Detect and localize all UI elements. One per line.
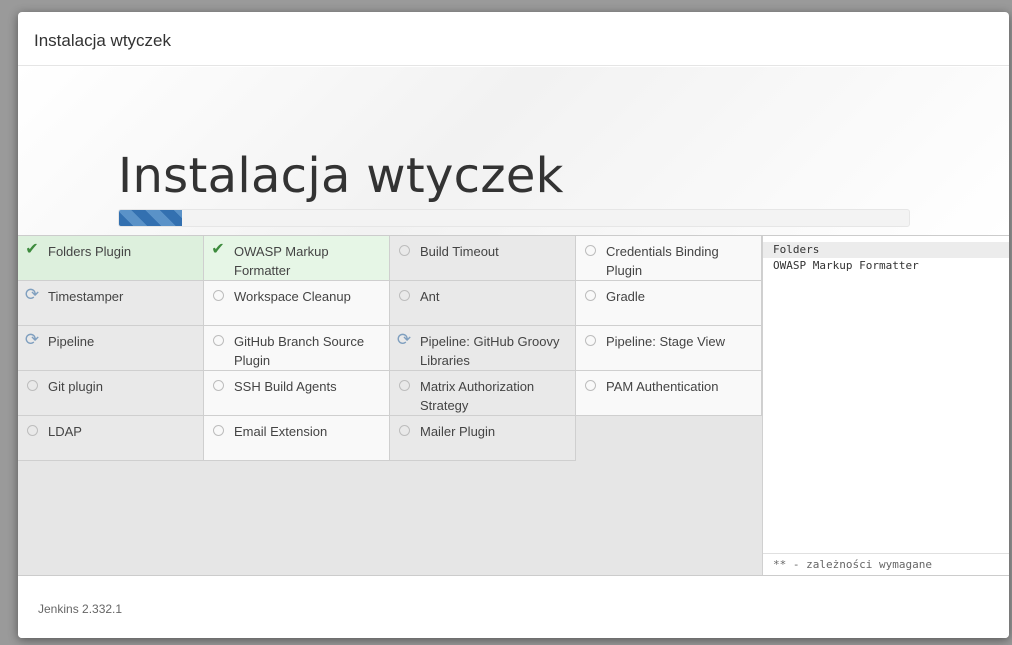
- plugin-name: OWASP Markup Formatter: [234, 244, 329, 278]
- pending-circle-icon: [582, 287, 598, 303]
- check-icon: ✔: [211, 241, 225, 258]
- plugin-item: ✔ OWASP Markup Formatter: [204, 236, 390, 281]
- plugin-item: Build Timeout: [390, 236, 576, 281]
- plugin-item: Credentials Binding Plugin: [576, 236, 762, 281]
- hero-banner: Instalacja wtyczek: [18, 67, 1009, 236]
- plugin-item: ✔ Folders Plugin: [18, 236, 204, 281]
- install-log: Folders OWASP Markup Formatter: [763, 236, 1009, 274]
- page-title: Instalacja wtyczek: [118, 148, 564, 204]
- jenkins-version: Jenkins 2.332.1: [38, 602, 123, 616]
- plugin-name: GitHub Branch Source Plugin: [234, 334, 365, 368]
- pending-circle-icon: [582, 242, 598, 258]
- plugin-name: Workspace Cleanup: [234, 289, 351, 304]
- plugin-item: Pipeline: Stage View: [576, 326, 762, 371]
- plugin-name: Credentials Binding Plugin: [606, 244, 719, 278]
- plugin-item: Mailer Plugin: [390, 416, 576, 461]
- plugin-name: Pipeline: Stage View: [606, 334, 726, 349]
- plugin-item: Matrix Authorization Strategy: [390, 371, 576, 416]
- plugin-item: ⟳ Pipeline: [18, 326, 204, 371]
- pending-circle-icon: [582, 332, 598, 348]
- pending-circle-icon: [210, 377, 226, 393]
- pending-circle-icon: [396, 242, 412, 258]
- pending-circle-icon: [396, 422, 412, 438]
- setup-dialog: Instalacja wtyczek Instalacja wtyczek ✔ F…: [18, 12, 1009, 638]
- dialog-footer: Jenkins 2.332.1: [18, 576, 1009, 638]
- plugin-name: Folders Plugin: [48, 244, 132, 259]
- dialog-header: Instalacja wtyczek: [18, 12, 1009, 66]
- plugin-item: ⟳ Timestamper: [18, 281, 204, 326]
- install-progress: [118, 209, 910, 227]
- pending-circle-icon: [24, 422, 40, 438]
- plugin-item: Email Extension: [204, 416, 390, 461]
- plugin-item: PAM Authentication: [576, 371, 762, 416]
- plugin-name: SSH Build Agents: [234, 379, 337, 394]
- plugin-item: SSH Build Agents: [204, 371, 390, 416]
- install-log-panel[interactable]: Folders OWASP Markup Formatter ** - zależ…: [762, 236, 1009, 575]
- log-line: OWASP Markup Formatter: [773, 259, 919, 272]
- refresh-icon: ⟳: [24, 330, 40, 349]
- pending-circle-icon: [210, 287, 226, 303]
- refresh-icon: ⟳: [396, 330, 412, 349]
- pending-circle-icon: [396, 377, 412, 393]
- plugin-item: Workspace Cleanup: [204, 281, 390, 326]
- plugin-name: Git plugin: [48, 379, 103, 394]
- plugin-item: ⟳ Pipeline: GitHub Groovy Libraries: [390, 326, 576, 371]
- install-progress-fill: [119, 210, 183, 226]
- pending-circle-icon: [210, 422, 226, 438]
- pending-circle-icon: [582, 377, 598, 393]
- log-legend: ** - zależności wymagane: [763, 553, 1009, 575]
- plugin-item: Git plugin: [18, 371, 204, 416]
- plugin-name: Gradle: [606, 289, 646, 304]
- pending-circle-icon: [210, 332, 226, 348]
- plugin-name: Matrix Authorization Strategy: [420, 379, 535, 413]
- plugin-item: GitHub Branch Source Plugin: [204, 326, 390, 371]
- plugin-item: LDAP: [18, 416, 204, 461]
- dialog-title: Instalacja wtyczek: [34, 31, 171, 50]
- pending-circle-icon: [24, 377, 40, 393]
- plugin-name: Email Extension: [234, 424, 328, 439]
- check-icon: ✔: [25, 241, 39, 258]
- plugin-item: Ant: [390, 281, 576, 326]
- plugin-name: LDAP: [48, 424, 82, 439]
- plugin-name: PAM Authentication: [606, 379, 719, 394]
- pending-circle-icon: [396, 287, 412, 303]
- plugin-grid-area: ✔ Folders Plugin ✔ OWASP Markup Formatter Bu…: [18, 236, 762, 575]
- refresh-icon: ⟳: [24, 285, 40, 304]
- plugin-name: Timestamper: [48, 289, 124, 304]
- plugin-name: Build Timeout: [420, 244, 499, 259]
- plugin-name: Ant: [420, 289, 440, 304]
- plugin-name: Mailer Plugin: [420, 424, 496, 439]
- plugin-name: Pipeline: [48, 334, 95, 349]
- plugin-item: Gradle: [576, 281, 762, 326]
- install-content: ✔ Folders Plugin ✔ OWASP Markup Formatter Bu…: [18, 236, 1009, 576]
- plugin-grid: ✔ Folders Plugin ✔ OWASP Markup Formatter Bu…: [18, 236, 762, 461]
- log-line: Folders: [763, 242, 1009, 258]
- plugin-name: Pipeline: GitHub Groovy Libraries: [420, 334, 560, 368]
